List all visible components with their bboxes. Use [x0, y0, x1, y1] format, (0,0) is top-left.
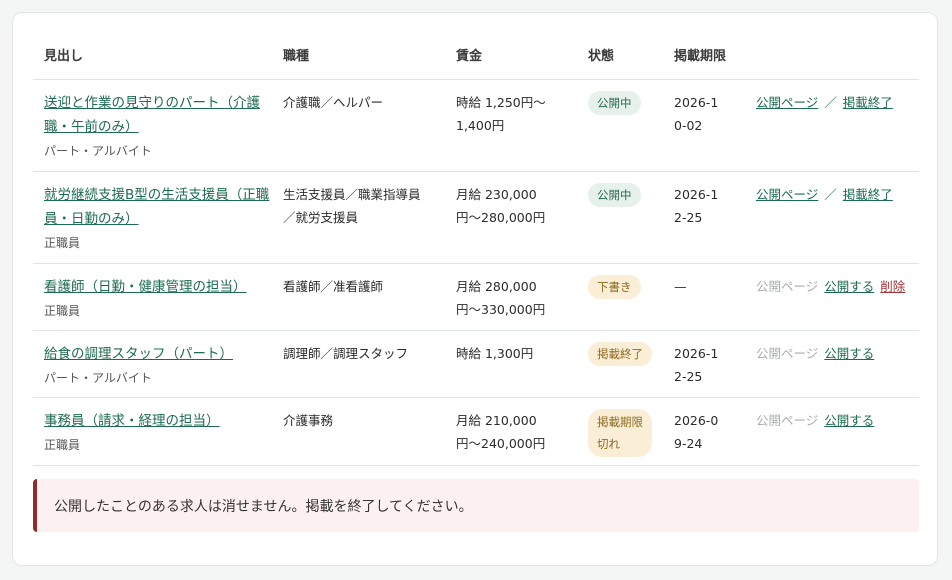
status-cell: 公開中	[577, 171, 663, 264]
job-type-cell: 調理師／調理スタッフ	[272, 330, 445, 398]
header-title: 見出し	[33, 41, 272, 80]
deadline-cell: 2026-10-02	[663, 79, 745, 172]
title-cell: 看護師（日勤・健康管理の担当） 正職員	[33, 263, 272, 331]
status-cell: 下書き	[577, 263, 663, 331]
job-table: 見出し 職種 賃金 状態 掲載期限 送迎と作業の見守りのパート（介護職・午前のみ…	[33, 41, 919, 466]
actions-cell: 公開ページ 公開する	[745, 330, 919, 398]
action-link[interactable]: 公開する	[824, 279, 874, 294]
deadline-cell: 2026-12-25	[663, 330, 745, 398]
status-cell: 掲載期限切れ	[577, 397, 663, 466]
header-actions	[745, 41, 919, 80]
header-deadline: 掲載期限	[663, 41, 745, 80]
actions-cell: 公開ページ 公開する	[745, 397, 919, 466]
actions-cell: 公開ページ 公開する 削除	[745, 263, 919, 331]
employment-type: パート・アルバイト	[44, 144, 152, 158]
action-disabled: 公開ページ	[756, 279, 819, 294]
job-type-cell: 看護師／准看護師	[272, 263, 445, 331]
action-link[interactable]: 公開する	[824, 346, 874, 361]
job-title-link[interactable]: 送迎と作業の見守りのパート（介護職・午前のみ）	[44, 95, 260, 135]
job-title-link[interactable]: 看護師（日勤・健康管理の担当）	[44, 279, 247, 295]
title-cell: 就労継続支援B型の生活支援員（正職員・日勤のみ） 正職員	[33, 171, 272, 264]
table-row: 送迎と作業の見守りのパート（介護職・午前のみ） パート・アルバイト 介護職／ヘル…	[33, 79, 919, 172]
notice-text: 公開したことのある求人は消せません。掲載を終了してください。	[54, 498, 473, 515]
table-row: 給食の調理スタッフ（パート） パート・アルバイト 調理師／調理スタッフ 時給 1…	[33, 330, 919, 398]
status-badge: 公開中	[588, 183, 641, 207]
job-list-card: 見出し 職種 賃金 状態 掲載期限 送迎と作業の見守りのパート（介護職・午前のみ…	[12, 12, 938, 566]
header-wage: 賃金	[445, 41, 577, 80]
job-type-cell: 介護職／ヘルパー	[272, 79, 445, 172]
table-row: 就労継続支援B型の生活支援員（正職員・日勤のみ） 正職員 生活支援員／職業指導員…	[33, 171, 919, 264]
table-row: 事務員（請求・経理の担当） 正職員 介護事務 月給 210,000円〜240,0…	[33, 397, 919, 466]
deadline-cell: —	[663, 263, 745, 331]
header-job: 職種	[272, 41, 445, 80]
table-row: 看護師（日勤・健康管理の担当） 正職員 看護師／准看護師 月給 280,000円…	[33, 263, 919, 331]
action-link[interactable]: 掲載終了	[843, 95, 893, 110]
job-type-cell: 介護事務	[272, 397, 445, 466]
status-cell: 掲載終了	[577, 330, 663, 398]
action-disabled: 公開ページ	[756, 413, 819, 428]
action-link[interactable]: 公開ページ	[756, 187, 818, 202]
deadline-cell: 2026-12-25	[663, 171, 745, 264]
actions-cell: 公開ページ ／ 掲載終了	[745, 171, 919, 264]
action-disabled: 公開ページ	[756, 346, 819, 361]
status-badge: 公開中	[588, 91, 641, 115]
actions-cell: 公開ページ ／ 掲載終了	[745, 79, 919, 172]
employment-type: パート・アルバイト	[44, 371, 152, 385]
status-badge: 下書き	[588, 275, 641, 299]
wage-cell: 月給 210,000円〜240,000円	[445, 397, 577, 466]
delete-link[interactable]: 削除	[880, 279, 905, 294]
job-title-link[interactable]: 就労継続支援B型の生活支援員（正職員・日勤のみ）	[44, 187, 269, 227]
action-separator: ／	[824, 95, 837, 110]
wage-cell: 時給 1,300円	[445, 330, 577, 398]
deadline-cell: 2026-09-24	[663, 397, 745, 466]
action-link[interactable]: 公開ページ	[756, 95, 818, 110]
action-link[interactable]: 掲載終了	[843, 187, 893, 202]
wage-cell: 月給 280,000円〜330,000円	[445, 263, 577, 331]
title-cell: 送迎と作業の見守りのパート（介護職・午前のみ） パート・アルバイト	[33, 79, 272, 172]
title-cell: 事務員（請求・経理の担当） 正職員	[33, 397, 272, 466]
title-cell: 給食の調理スタッフ（パート） パート・アルバイト	[33, 330, 272, 398]
status-badge: 掲載期限切れ	[588, 409, 652, 457]
wage-cell: 時給 1,250円〜1,400円	[445, 79, 577, 172]
employment-type: 正職員	[44, 438, 81, 452]
employment-type: 正職員	[44, 304, 81, 318]
employment-type: 正職員	[44, 236, 81, 250]
status-cell: 公開中	[577, 79, 663, 172]
status-badge: 掲載終了	[588, 342, 652, 366]
job-title-link[interactable]: 事務員（請求・経理の担当）	[44, 413, 220, 429]
job-type-cell: 生活支援員／職業指導員／就労支援員	[272, 171, 445, 264]
action-link[interactable]: 公開する	[824, 413, 874, 428]
notice-banner: 公開したことのある求人は消せません。掲載を終了してください。	[33, 479, 919, 532]
job-title-link[interactable]: 給食の調理スタッフ（パート）	[44, 346, 233, 362]
action-separator: ／	[824, 187, 837, 202]
wage-cell: 月給 230,000円〜280,000円	[445, 171, 577, 264]
header-status: 状態	[577, 41, 663, 80]
table-header-row: 見出し 職種 賃金 状態 掲載期限	[33, 41, 919, 80]
